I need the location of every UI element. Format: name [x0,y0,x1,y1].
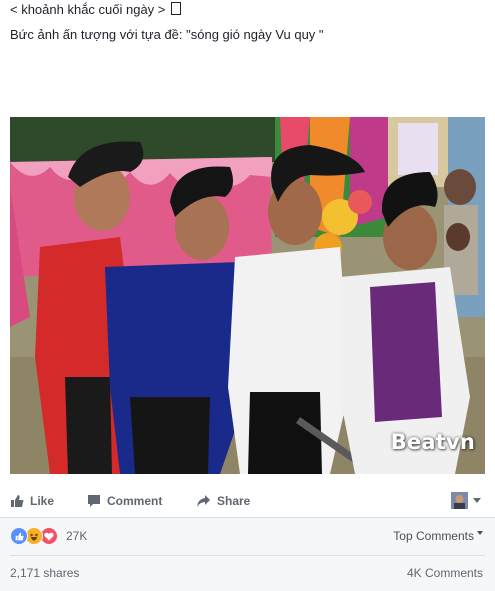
comment-icon [88,495,100,507]
reaction-count: 27K [66,529,88,543]
heart-icon [44,532,54,540]
share-label: Share [217,494,251,508]
photo-illustration [10,117,485,474]
chevron-down-icon [477,531,483,535]
chevron-down-icon [473,498,481,503]
comment-label: Comment [107,494,163,508]
post-text: < khoảnh khắc cuối ngày > Bức ảnh ấn tượ… [10,2,487,43]
post-caption: Bức ảnh ấn tượng với tựa đề: "sóng gió n… [10,27,324,42]
facebook-post: < khoảnh khắc cuối ngày > Bức ảnh ấn tượ… [0,0,495,591]
top-comments-dropdown[interactable]: Top Comments [393,529,483,543]
reactions-summary[interactable]: 27K [10,527,87,545]
post-title-line: < khoảnh khắc cuối ngày > [10,2,487,18]
avatar [451,492,468,509]
like-reaction-icon [10,527,28,545]
share-button[interactable]: Share [196,487,250,515]
post-title: < khoảnh khắc cuối ngày > [10,2,166,17]
comments-count-link[interactable]: 4K Comments [407,566,483,580]
share-arrow-icon [197,495,210,507]
photo-watermark: Beatvn [390,430,475,454]
post-photo[interactable]: Beatvn [10,117,485,474]
post-as-selector[interactable] [451,492,481,509]
laughing-face-icon [30,533,38,541]
shares-count-link[interactable]: 2,171 shares [10,566,79,580]
thumbs-up-icon [11,495,24,507]
divider [10,555,485,556]
comment-button[interactable]: Comment [87,487,162,515]
like-button[interactable]: Like [10,487,54,515]
avatar-image [451,492,468,509]
missing-glyph-icon [171,2,182,15]
action-bar: Like Comment Share [0,487,495,515]
thumbs-up-icon [15,532,24,540]
like-label: Like [30,494,55,508]
top-comments-label: Top Comments [393,529,474,543]
